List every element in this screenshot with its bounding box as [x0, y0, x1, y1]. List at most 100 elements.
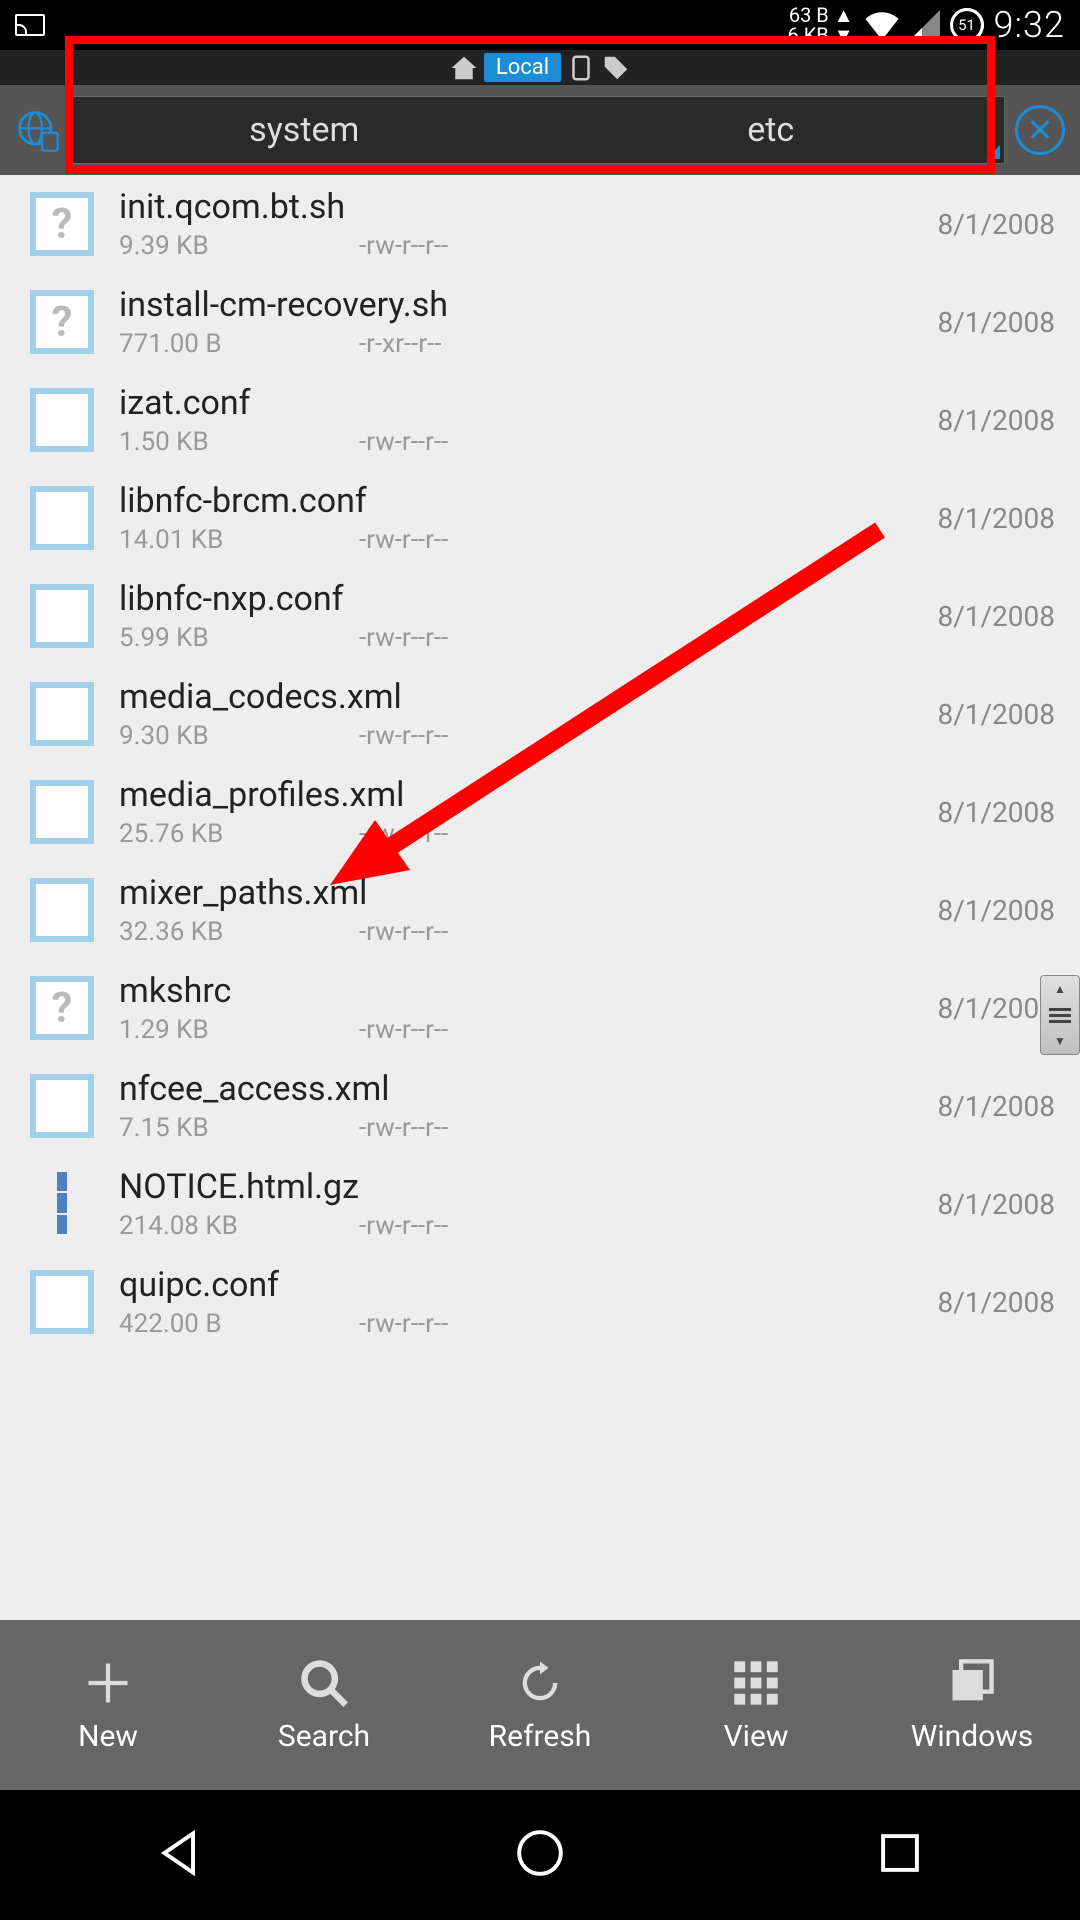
- scroll-handle[interactable]: [1040, 975, 1080, 1055]
- wifi-icon: [864, 10, 900, 40]
- back-button[interactable]: [154, 1827, 206, 1883]
- file-row[interactable]: quipc.conf 422.00 B-rw-r--r-- 8/1/2008: [0, 1253, 1080, 1351]
- bottom-toolbar: New Search Refresh View Windows: [0, 1620, 1080, 1790]
- file-size: 14.01 KB: [119, 525, 359, 555]
- file-size: 7.15 KB: [119, 1113, 359, 1143]
- file-name: media_codecs.xml: [119, 677, 912, 717]
- file-permissions: -rw-r--r--: [359, 525, 912, 555]
- home-button[interactable]: [514, 1827, 566, 1883]
- file-row[interactable]: ?install-cm-recovery.sh771.00 B-r-xr--r-…: [0, 273, 1080, 371]
- network-stats: 63 B ▲ 6 KB ▼: [788, 5, 854, 45]
- text-file-icon: [30, 388, 94, 452]
- file-name: izat.conf: [119, 383, 912, 423]
- tabs-row: Local: [0, 50, 1080, 85]
- file-row[interactable]: izat.conf 1.50 KB-rw-r--r-- 8/1/2008: [0, 371, 1080, 469]
- plus-icon: [82, 1657, 134, 1709]
- text-file-icon: [30, 878, 94, 942]
- file-size: 25.76 KB: [119, 819, 359, 849]
- file-date: 8/1/2008: [937, 796, 1055, 829]
- file-date: 8/1/2008: [937, 502, 1055, 535]
- file-list[interactable]: ?init.qcom.bt.sh9.39 KB-rw-r--r--8/1/200…: [0, 175, 1080, 1620]
- signal-icon: [910, 10, 940, 40]
- file-name: mixer_paths.xml: [119, 873, 912, 913]
- file-size: 1.50 KB: [119, 427, 359, 457]
- file-date: 8/1/2008: [937, 894, 1055, 927]
- text-file-icon: [30, 1074, 94, 1138]
- breadcrumb-path[interactable]: system etc: [70, 96, 1005, 164]
- breadcrumb-bar: system etc ✕: [0, 85, 1080, 175]
- file-name: mkshrc: [119, 971, 912, 1011]
- file-permissions: -rw-r--r--: [359, 623, 912, 653]
- cast-icon: [15, 14, 45, 36]
- file-date: 8/1/2008: [937, 1188, 1055, 1221]
- file-date: 8/1/2008: [937, 698, 1055, 731]
- file-permissions: -r-xr--r--: [359, 329, 912, 359]
- file-row[interactable]: ? init.qcom.bt.sh 9.39 KB-rw-r--r-- 8/1/200…: [0, 175, 1080, 273]
- file-row[interactable]: nfcee_access.xml 7.15 KB-rw-r--r-- 8/1/200…: [0, 1057, 1080, 1155]
- device-tab-icon[interactable]: [566, 53, 596, 83]
- text-file-icon: [30, 682, 94, 746]
- file-row[interactable]: NOTICE.html.gz214.08 KB-rw-r--r--8/1/200…: [0, 1155, 1080, 1253]
- unknown-file-icon: ?: [30, 192, 94, 256]
- file-permissions: -rw-r--r--: [359, 1211, 912, 1241]
- file-permissions: -rw-r--r--: [359, 231, 912, 261]
- status-bar: 63 B ▲ 6 KB ▼ 51 9:32: [0, 0, 1080, 50]
- nav-bar: [0, 1790, 1080, 1920]
- file-date: 8/1/2008: [937, 600, 1055, 633]
- file-permissions: -rw-r--r--: [359, 721, 912, 751]
- breadcrumb-system[interactable]: system: [71, 97, 538, 163]
- file-size: 1.29 KB: [119, 1015, 359, 1045]
- refresh-button[interactable]: Refresh: [432, 1620, 648, 1790]
- close-button[interactable]: ✕: [1015, 105, 1065, 155]
- file-date: 8/1/2008: [937, 992, 1055, 1025]
- file-row[interactable]: mixer_paths.xml 32.36 KB-rw-r--r-- 8/1/200…: [0, 861, 1080, 959]
- new-button[interactable]: New: [0, 1620, 216, 1790]
- file-row[interactable]: libnfc-brcm.conf 14.01 KB-rw-r--r-- 8/1/20…: [0, 469, 1080, 567]
- file-size: 771.00 B: [119, 329, 359, 359]
- search-button[interactable]: Search: [216, 1620, 432, 1790]
- refresh-icon: [514, 1657, 566, 1709]
- unknown-file-icon: ?: [30, 290, 94, 354]
- file-row[interactable]: ? mkshrc 1.29 KB-rw-r--r-- 8/1/2008: [0, 959, 1080, 1057]
- windows-button[interactable]: Windows: [864, 1620, 1080, 1790]
- file-permissions: -rw-r--r--: [359, 819, 912, 849]
- file-size: 214.08 KB: [119, 1211, 359, 1241]
- clock: 9:32: [994, 4, 1065, 46]
- file-row[interactable]: media_profiles.xml 25.76 KB-rw-r--r-- 8/1/…: [0, 763, 1080, 861]
- file-date: 8/1/2008: [937, 1286, 1055, 1319]
- file-date: 8/1/2008: [937, 404, 1055, 437]
- file-permissions: -rw-r--r--: [359, 917, 912, 947]
- file-size: 9.30 KB: [119, 721, 359, 751]
- view-button[interactable]: View: [648, 1620, 864, 1790]
- text-file-icon: [30, 780, 94, 844]
- file-row[interactable]: media_codecs.xml 9.30 KB-rw-r--r-- 8/1/200…: [0, 665, 1080, 763]
- archive-file-icon: [30, 1172, 94, 1236]
- file-name: media_profiles.xml: [119, 775, 912, 815]
- file-size: 5.99 KB: [119, 623, 359, 653]
- file-size: 32.36 KB: [119, 917, 359, 947]
- file-size: 9.39 KB: [119, 231, 359, 261]
- search-icon: [298, 1657, 350, 1709]
- text-file-icon: [30, 584, 94, 648]
- breadcrumb-etc[interactable]: etc: [538, 97, 1005, 163]
- unknown-file-icon: ?: [30, 976, 94, 1040]
- file-permissions: -rw-r--r--: [359, 1113, 912, 1143]
- file-size: 422.00 B: [119, 1309, 359, 1339]
- file-row[interactable]: libnfc-nxp.conf5.99 KB-rw-r--r--8/1/2008: [0, 567, 1080, 665]
- file-name: init.qcom.bt.sh: [119, 187, 912, 227]
- recent-button[interactable]: [874, 1827, 926, 1883]
- file-date: 8/1/2008: [937, 1090, 1055, 1123]
- file-date: 8/1/2008: [937, 306, 1055, 339]
- file-name: nfcee_access.xml: [119, 1069, 912, 1109]
- file-name: quipc.conf: [119, 1265, 912, 1305]
- file-permissions: -rw-r--r--: [359, 1015, 912, 1045]
- grid-icon: [730, 1657, 782, 1709]
- tab-local[interactable]: Local: [484, 53, 561, 82]
- home-tab-icon[interactable]: [449, 53, 479, 83]
- file-permissions: -rw-r--r--: [359, 427, 912, 457]
- file-permissions: -rw-r--r--: [359, 1309, 912, 1339]
- tag-tab-icon[interactable]: [601, 53, 631, 83]
- file-date: 8/1/2008: [937, 208, 1055, 241]
- network-globe-icon[interactable]: [15, 108, 60, 153]
- file-name: libnfc-brcm.conf: [119, 481, 912, 521]
